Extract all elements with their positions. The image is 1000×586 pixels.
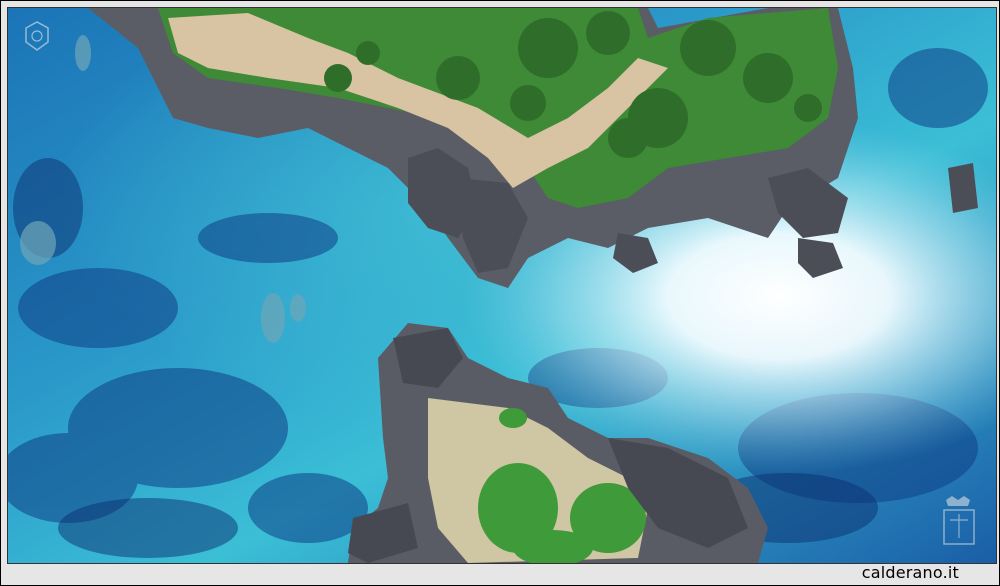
page-frame: calderano.it bbox=[0, 0, 1000, 586]
aerial-coast-image bbox=[8, 8, 996, 563]
aerial-coast-photo bbox=[7, 7, 997, 564]
caption-bar: calderano.it bbox=[7, 563, 995, 584]
site-caption: calderano.it bbox=[861, 563, 959, 582]
